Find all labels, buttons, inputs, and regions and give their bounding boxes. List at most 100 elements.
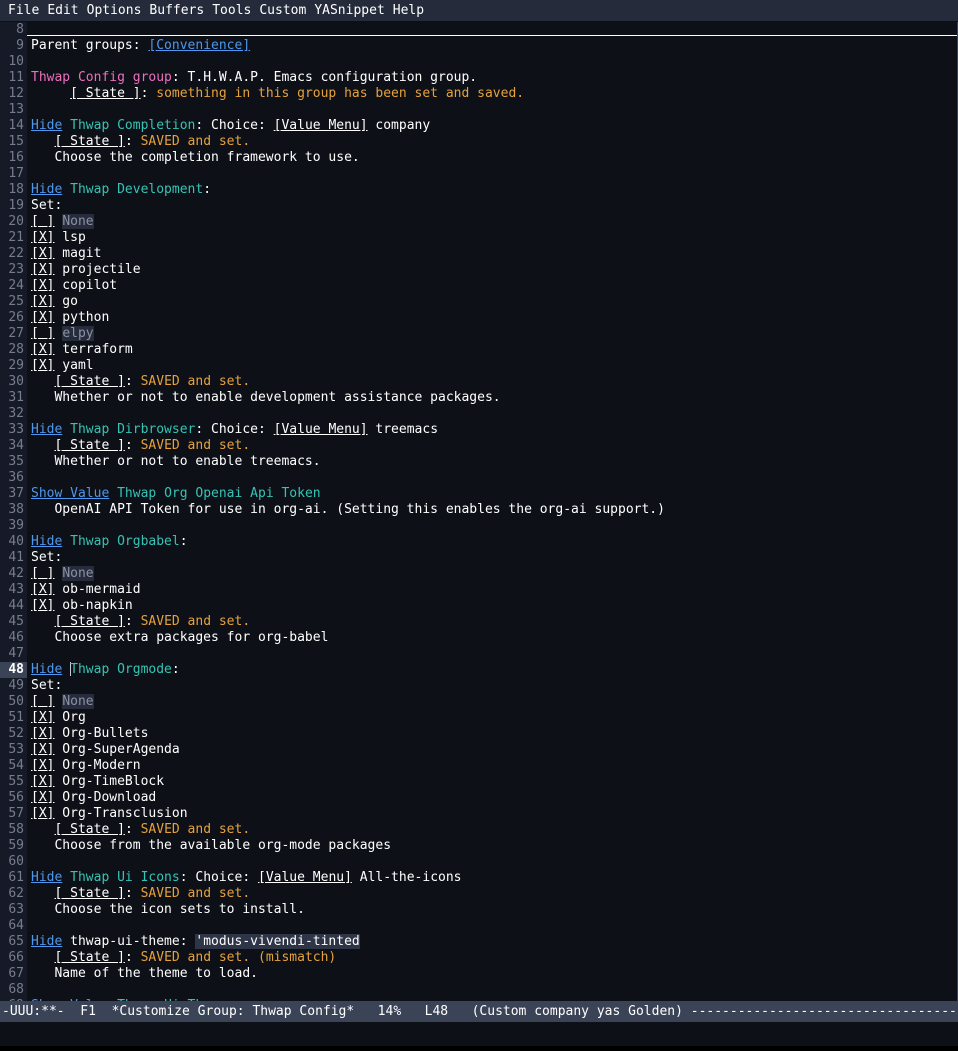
buffer-line[interactable]: 32	[0, 406, 957, 422]
buffer-line[interactable]: 20[ ] None	[0, 214, 957, 230]
buffer-line[interactable]: 47	[0, 646, 957, 662]
menu-help[interactable]: Help	[389, 3, 428, 18]
buffer-line[interactable]: 24 [X] copilot	[0, 278, 957, 294]
buffer-line[interactable]: 15 [ State ]: SAVED and set.	[0, 134, 957, 150]
toggle-show-value-ui-themes[interactable]: Show Value	[31, 998, 109, 1001]
buffer-line[interactable]: 54 [X] Org-Modern	[0, 758, 957, 774]
buffer-line[interactable]: 44 [X] ob-napkin	[0, 598, 957, 614]
buffer-line[interactable]: 59 Choose from the available org-mode pa…	[0, 838, 957, 854]
buffer-line[interactable]: 42[ ] None	[0, 566, 957, 582]
menu-tools[interactable]: Tools	[208, 3, 255, 18]
buffer-line[interactable]: 36	[0, 470, 957, 486]
checkbox-projectile[interactable]: [X]	[31, 262, 54, 277]
buffer-line[interactable]: 57 [X] Org-Transclusion	[0, 806, 957, 822]
buffer-line[interactable]: 40 Hide Thwap Orgbabel:	[0, 534, 957, 550]
menu-bar[interactable]: File Edit Options Buffers Tools Custom YASnipp…	[0, 0, 958, 22]
value-menu-dirbrowser[interactable]: [Value Menu]	[274, 422, 368, 437]
state-button[interactable]: [ State ]	[54, 950, 124, 965]
menu-custom[interactable]: Custom	[255, 3, 310, 18]
checkbox-go[interactable]: [X]	[31, 294, 54, 309]
value-menu-completion[interactable]: [Value Menu]	[274, 118, 368, 133]
checkbox-terraform[interactable]: [X]	[31, 342, 54, 357]
toggle-hide-ui-icons[interactable]: Hide	[31, 870, 62, 885]
checkbox-none[interactable]: [ ]	[31, 214, 54, 229]
buffer-line[interactable]: 27[ ] elpy	[0, 326, 957, 342]
toggle-hide-orgmode[interactable]: Hide	[31, 662, 62, 677]
link-convenience[interactable]: [Convenience]	[148, 38, 250, 53]
buffer-line[interactable]: 21 [X] lsp	[0, 230, 957, 246]
buffer-line[interactable]: 12 [ State ]: something in this group ha…	[0, 86, 957, 102]
buffer-line[interactable]: 10	[0, 54, 957, 70]
menu-edit[interactable]: Edit	[43, 3, 82, 18]
menu-buffers[interactable]: Buffers	[145, 3, 208, 18]
buffer-line[interactable]: 66 [ State ]: SAVED and set. (mismatch)	[0, 950, 957, 966]
buffer-line[interactable]: 30 [ State ]: SAVED and set.	[0, 374, 957, 390]
buffer-line[interactable]: 41 Set:	[0, 550, 957, 566]
buffer-line[interactable]: 63 Choose the icon sets to install.	[0, 902, 957, 918]
buffer-line[interactable]: 16 Choose the completion framework to us…	[0, 150, 957, 166]
state-button[interactable]: [ State ]	[54, 822, 124, 837]
menu-yasnippet[interactable]: YASnippet	[310, 3, 388, 18]
buffer-line[interactable]: 68	[0, 982, 957, 998]
buffer-line[interactable]: 69Show Value Thwap Ui Themes	[0, 998, 957, 1001]
checkbox-org[interactable]: [X]	[31, 710, 54, 725]
buffer-line[interactable]: 19 Set:	[0, 198, 957, 214]
state-button[interactable]: [ State ]	[54, 438, 124, 453]
buffer-line[interactable]: 31 Whether or not to enable development …	[0, 390, 957, 406]
toggle-show-value-openai-token[interactable]: Show Value	[31, 486, 109, 501]
state-button[interactable]: [ State ]	[70, 86, 140, 101]
toggle-hide-orgbabel[interactable]: Hide	[31, 534, 62, 549]
buffer-line[interactable]: 34 [ State ]: SAVED and set.	[0, 438, 957, 454]
buffer-line[interactable]: 50[ ] None	[0, 694, 957, 710]
checkbox-copilot[interactable]: [X]	[31, 278, 54, 293]
checkbox-none[interactable]: [ ]	[31, 694, 54, 709]
buffer-line[interactable]: 62 [ State ]: SAVED and set.	[0, 886, 957, 902]
customize-buffer[interactable]: 8 9 Parent groups: [Convenience] 10 11 Thwap …	[0, 22, 958, 1001]
value-menu-ui-icons[interactable]: [Value Menu]	[258, 870, 352, 885]
buffer-line-current[interactable]: 48 Hide Thwap Orgmode:	[0, 662, 957, 678]
buffer-line[interactable]: 53 [X] Org-SuperAgenda	[0, 742, 957, 758]
checkbox-org-transclusion[interactable]: [X]	[31, 806, 54, 821]
buffer-line[interactable]: 60	[0, 854, 957, 870]
buffer-line[interactable]: 17	[0, 166, 957, 182]
checkbox-none[interactable]: [ ]	[31, 566, 54, 581]
checkbox-elpy[interactable]: [ ]	[31, 326, 54, 341]
checkbox-org-bullets[interactable]: [X]	[31, 726, 54, 741]
checkbox-magit[interactable]: [X]	[31, 246, 54, 261]
buffer-line[interactable]: 25 [X] go	[0, 294, 957, 310]
buffer-line[interactable]: 56 [X] Org-Download	[0, 790, 957, 806]
buffer-line[interactable]: 37 Show Value Thwap Org Openai Api Token	[0, 486, 957, 502]
buffer-line[interactable]: 9 Parent groups: [Convenience]	[0, 38, 957, 54]
buffer-line[interactable]: 26 [X] python	[0, 310, 957, 326]
buffer-line[interactable]: 38 OpenAI API Token for use in org-ai. (…	[0, 502, 957, 518]
buffer-line[interactable]: 11 Thwap Config group: T.H.W.A.P. Emacs c…	[0, 70, 957, 86]
menu-file[interactable]: File	[4, 3, 43, 18]
buffer-line[interactable]: 52 [X] Org-Bullets	[0, 726, 957, 742]
buffer-line[interactable]: 8	[0, 22, 957, 38]
buffer-line[interactable]: 46 Choose extra packages for org-babel	[0, 630, 957, 646]
buffer-line[interactable]: 67 Name of the theme to load.	[0, 966, 957, 982]
checkbox-org-superagenda[interactable]: [X]	[31, 742, 54, 757]
buffer-line[interactable]: 58 [ State ]: SAVED and set.	[0, 822, 957, 838]
state-button[interactable]: [ State ]	[54, 614, 124, 629]
buffer-line[interactable]: 64	[0, 918, 957, 934]
buffer-line[interactable]: 55 [X] Org-TimeBlock	[0, 774, 957, 790]
state-button[interactable]: [ State ]	[54, 374, 124, 389]
buffer-line[interactable]: 61 Hide Thwap Ui Icons: Choice: [Value Me…	[0, 870, 957, 886]
state-button[interactable]: [ State ]	[54, 886, 124, 901]
buffer-line[interactable]: 18 Hide Thwap Development:	[0, 182, 957, 198]
toggle-hide-ui-theme[interactable]: Hide	[31, 934, 62, 949]
buffer-line[interactable]: 35 Whether or not to enable treemacs.	[0, 454, 957, 470]
buffer-line[interactable]: 13	[0, 102, 957, 118]
buffer-line[interactable]: 49 Set:	[0, 678, 957, 694]
buffer-line[interactable]: 43 [X] ob-mermaid	[0, 582, 957, 598]
ui-theme-value-field[interactable]: 'modus-vivendi-tinted	[195, 934, 360, 949]
buffer-line[interactable]: 51 [X] Org	[0, 710, 957, 726]
buffer-line[interactable]: 22 [X] magit	[0, 246, 957, 262]
buffer-line[interactable]: 33 Hide Thwap Dirbrowser: Choice: [Value …	[0, 422, 957, 438]
checkbox-ob-mermaid[interactable]: [X]	[31, 582, 54, 597]
buffer-line[interactable]: 28 [X] terraform	[0, 342, 957, 358]
toggle-hide-completion[interactable]: Hide	[31, 118, 62, 133]
checkbox-org-timeblock[interactable]: [X]	[31, 774, 54, 789]
menu-options[interactable]: Options	[83, 3, 146, 18]
